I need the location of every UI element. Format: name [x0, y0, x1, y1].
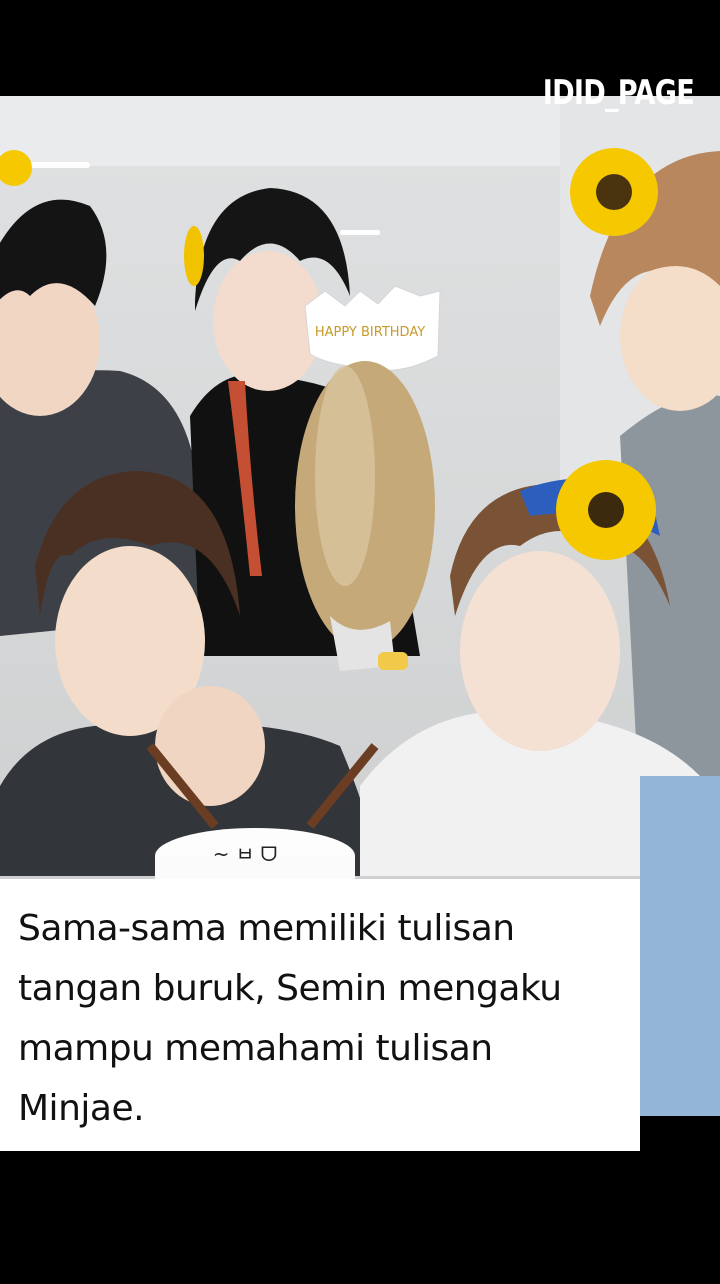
watermark: IDID_PAGE — [542, 73, 695, 113]
letterbox-bottom — [0, 1151, 720, 1284]
caption-text: Sama-sama memiliki tulisan tangan buruk,… — [0, 879, 640, 1151]
balloon-label: HAPPY BIRTHDAY — [315, 325, 425, 340]
story-screen: HAPPY BIRTHDAY ~ ㅂ ᗜ IDID_PAGE Sama-sama… — [0, 0, 720, 1284]
svg-text:~ ㅂ ᗜ: ~ ㅂ ᗜ — [213, 842, 277, 866]
